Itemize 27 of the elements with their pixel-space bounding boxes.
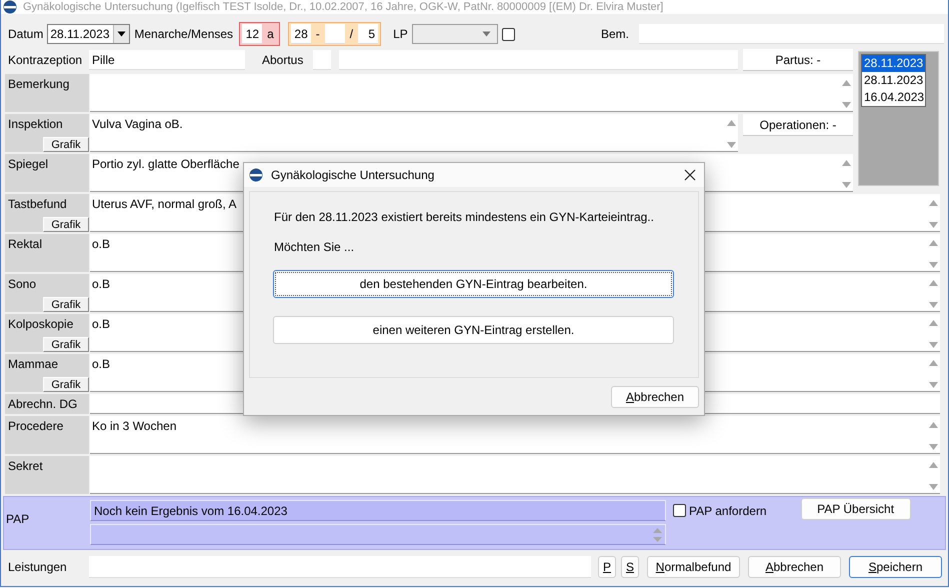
dialog-message: Für den 28.11.2023 existiert bereits mindestens ein GYN-Karteieintrag..	[274, 210, 655, 224]
separator: -	[314, 27, 321, 41]
field-label: Kolposkopie	[8, 317, 74, 331]
menarche-label: Menarche/Menses	[134, 27, 234, 41]
lp-label: LP	[393, 27, 408, 41]
dialog-question: Möchten Sie ...	[274, 240, 356, 254]
unit-label: a	[266, 27, 275, 41]
field-label: Sekret	[8, 459, 43, 473]
contraception-label: Kontrazeption	[8, 53, 84, 67]
field-label: Spiegel	[8, 157, 48, 171]
window-title: Gynäkologische Untersuchung (Igelfisch TEST Isolde, Dr., 10.02.2007, 16 Jahre, OGK-W, PatNr. 80000009 [(EM) Dr. Elvira Muster]	[23, 1, 664, 13]
abortus-label: Abortus	[262, 53, 304, 67]
dialog-title: Gynäkologische Untersuchung	[271, 168, 436, 182]
field-label: Abrechn. DG	[8, 397, 78, 411]
field-label: Rektal	[8, 237, 42, 251]
pap-request-label: PAP anfordern	[689, 504, 767, 518]
date-label: Datum	[8, 27, 44, 41]
pap-label: PAP	[6, 511, 30, 528]
bem-label: Bem.	[600, 27, 629, 41]
separator: /	[348, 27, 354, 41]
field-label: Mammae	[8, 357, 58, 371]
field-label: Tastbefund	[8, 197, 67, 211]
field-label: Bemerkung	[8, 77, 70, 91]
field-label: Procedere	[8, 419, 64, 433]
field-label: Inspektion	[8, 117, 63, 131]
field-label: Sono	[8, 277, 36, 291]
services-label: Leistungen	[8, 560, 68, 574]
